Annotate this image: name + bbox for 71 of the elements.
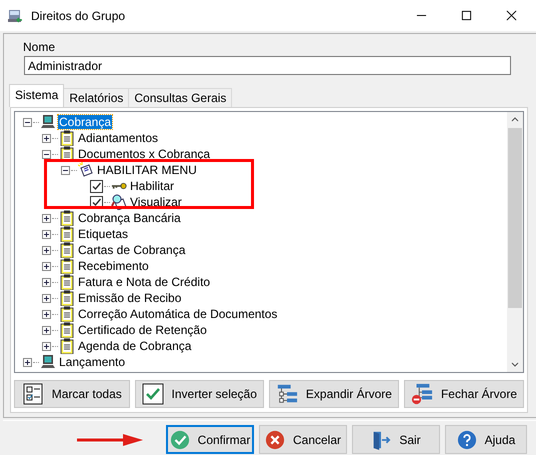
tree-item[interactable]: Fatura e Nota de Crédito <box>77 275 212 289</box>
clipboard-icon <box>59 306 75 322</box>
expander-icon[interactable] <box>42 246 51 254</box>
clipboard-icon <box>59 226 75 242</box>
tree-item[interactable]: Recebimento <box>77 259 150 273</box>
tree-item[interactable]: Etiquetas <box>77 227 130 241</box>
dialog-button[interactable]: Ajuda <box>445 425 527 454</box>
expander-icon[interactable] <box>42 294 51 302</box>
expander-icon[interactable] <box>23 118 32 126</box>
computer-icon <box>40 354 56 370</box>
checkbox[interactable] <box>90 180 103 192</box>
tree-remove-icon <box>410 383 433 405</box>
expander-icon[interactable] <box>42 342 51 350</box>
tree-item[interactable]: Lançamento <box>58 355 126 369</box>
tree-item[interactable]: Certificado de Retenção <box>77 323 208 337</box>
tree-item[interactable]: Emissão de Recibo <box>77 291 182 305</box>
checkmark-icon <box>170 430 190 450</box>
tree-item[interactable]: Visualizar <box>129 195 183 209</box>
cancel-icon <box>264 430 285 450</box>
tree-item[interactable]: Cobrança Bancária <box>77 211 182 225</box>
tab[interactable]: Sistema <box>9 84 64 107</box>
tab[interactable]: Consultas Gerais <box>128 88 232 107</box>
tree-item[interactable]: Documentos x Cobrança <box>77 147 212 161</box>
tree-action-button[interactable]: Inverter seleção <box>134 380 264 408</box>
expander-icon[interactable] <box>61 166 70 174</box>
expander-icon[interactable] <box>23 358 32 366</box>
document-icon <box>78 162 94 178</box>
name-label: Nome <box>23 40 56 54</box>
magnifier-icon <box>111 194 127 210</box>
checkmark-icon <box>142 383 164 405</box>
expander-icon[interactable] <box>42 310 51 318</box>
tree-action-button[interactable]: Marcar todas <box>14 380 130 408</box>
help-icon <box>456 430 477 450</box>
tree-item[interactable]: Cobrança <box>58 115 112 129</box>
clipboard-icon <box>59 242 75 258</box>
dialog-button[interactable]: Sair <box>352 425 440 454</box>
expander-icon[interactable] <box>42 326 51 334</box>
dialog-button[interactable]: Confirmar <box>166 425 254 454</box>
clipboard-icon <box>59 322 75 338</box>
expander-icon[interactable] <box>42 278 51 286</box>
tree-action-button[interactable]: Expandir Árvore <box>268 380 399 408</box>
clipboard-icon <box>59 258 75 274</box>
tree-item[interactable]: Correção Automática de Documentos <box>77 307 278 321</box>
tree-item[interactable]: HABILITAR MENU <box>96 163 198 177</box>
name-field[interactable]: Administrador <box>24 56 511 75</box>
expander-icon[interactable] <box>42 262 51 270</box>
expander-icon[interactable] <box>42 214 51 222</box>
expander-icon[interactable] <box>42 230 51 238</box>
clipboard-icon <box>59 290 75 306</box>
tree-item[interactable]: Cartas de Cobrança <box>77 243 186 257</box>
clipboard-icon <box>59 210 75 226</box>
tree-item[interactable]: Agenda de Cobrança <box>77 339 192 353</box>
dialog-button[interactable]: Cancelar <box>259 425 347 454</box>
maximize-icon[interactable] <box>461 10 472 21</box>
clipboard-icon <box>59 338 75 354</box>
arrow-icon <box>75 432 145 446</box>
checklist-icon <box>22 383 44 405</box>
scrollbar[interactable] <box>507 112 523 372</box>
app-icon <box>7 8 23 24</box>
expander-icon[interactable] <box>42 134 51 142</box>
window-title: Direitos do Grupo <box>31 8 126 22</box>
computer-icon <box>40 114 56 130</box>
tree-item[interactable]: Habilitar <box>129 179 176 193</box>
clipboard-icon <box>59 274 75 290</box>
tree-item[interactable]: Adiantamentos <box>77 131 160 145</box>
expander-icon[interactable] <box>42 150 51 158</box>
close-icon[interactable] <box>506 10 517 21</box>
tree-action-button[interactable]: Fechar Árvore <box>404 380 524 408</box>
exit-door-icon <box>371 430 392 450</box>
tree-icon <box>276 383 298 405</box>
clipboard-icon <box>59 130 75 146</box>
